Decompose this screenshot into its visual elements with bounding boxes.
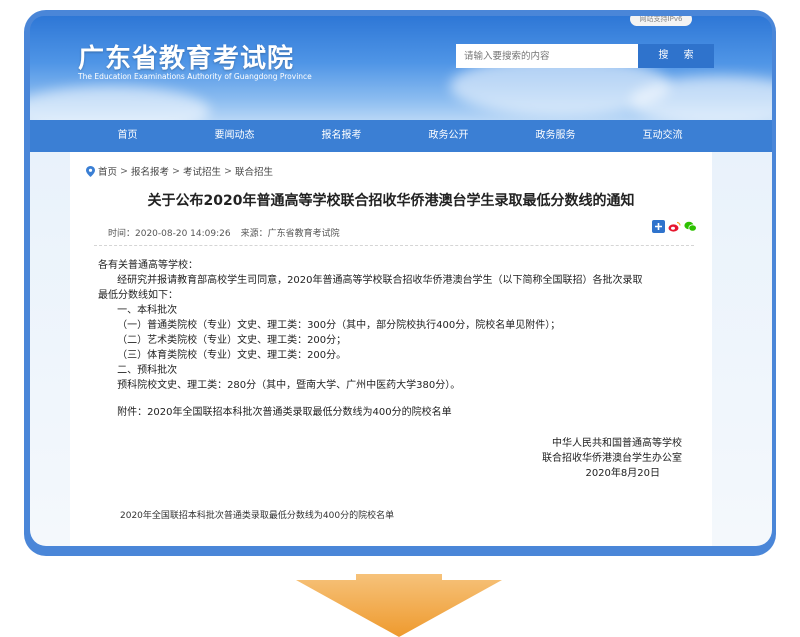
ipv6-badge: 网站支持IPv6 — [630, 16, 692, 26]
breadcrumb-separator: > — [120, 165, 128, 177]
body-paragraph: 一、本科批次 — [98, 305, 178, 316]
breadcrumb-home[interactable]: 首页 — [98, 164, 117, 178]
body-paragraph: （一）普通类院校（专业）文史、理工类：300分（其中，部分院校执行400分，院校… — [98, 320, 561, 331]
signature-line: 联合招收华侨港澳台学生办公室 — [542, 453, 682, 464]
location-pin-icon — [86, 165, 95, 177]
body-paragraph: 各有关普通高等学校： — [98, 260, 198, 271]
weibo-icon[interactable] — [668, 218, 681, 232]
nav-item-news[interactable]: 要闻动态 — [181, 120, 288, 152]
body-paragraph: （三）体育类院校（专业）文史、理工类：200分。 — [98, 350, 347, 361]
breadcrumb-joint-admission[interactable]: 联合招生 — [235, 164, 273, 178]
breadcrumb-exam-admission[interactable]: 考试招生 — [183, 164, 221, 178]
article-time: 时间：2020-08-20 14:09:26 — [108, 229, 231, 239]
signature-date: 2020年8月20日 — [585, 468, 660, 479]
body-paragraph: 最低分数线如下： — [98, 290, 178, 301]
attachment-link[interactable]: 2020年全国联招本科批次普通类录取最低分数线为400分的院校名单 — [120, 508, 394, 521]
breadcrumb-separator: > — [172, 165, 180, 177]
nav-item-interaction[interactable]: 互动交流 — [609, 120, 716, 152]
signature-line: 中华人民共和国普通高等学校 — [552, 438, 682, 449]
search-input[interactable] — [456, 44, 638, 68]
signature-block: 中华人民共和国普通高等学校 联合招收华侨港澳台学生办公室 2020年8月20日 — [70, 436, 682, 481]
nav-item-home[interactable]: 首页 — [74, 120, 181, 152]
article-title: 关于公布2020年普通高等学校联合招收华侨港澳台学生录取最低分数线的通知 — [147, 193, 635, 209]
wechat-icon[interactable] — [684, 218, 697, 232]
article-meta: 时间：2020-08-20 14:09:26 来源：广东省教育考试院 — [108, 226, 340, 239]
body-paragraph: 经研究并报请教育部高校学生司同意，2020年普通高等学校联合招收华侨港澳台学生（… — [98, 275, 643, 286]
share-bar — [652, 218, 697, 233]
site-logo-title[interactable]: 广东省教育考试院 — [78, 38, 294, 75]
article-panel: 首页 > 报名报考 > 考试招生 > 联合招生 关于公布2020年普通高等学校联… — [70, 152, 712, 546]
nav-item-gov-info[interactable]: 政务公开 — [395, 120, 502, 152]
down-arrow-icon — [296, 574, 502, 637]
nav-item-gov-service[interactable]: 政务服务 — [502, 120, 609, 152]
body-paragraph: （二）艺术类院校（专业）文史、理工类：200分； — [98, 335, 347, 346]
attachment-line: 附件：2020年全国联招本科批次普通类录取最低分数线为400分的院校名单 — [98, 407, 452, 418]
breadcrumb: 首页 > 报名报考 > 考试招生 > 联合招生 — [86, 164, 273, 178]
site-header: 网站支持IPv6 广东省教育考试院 The Education Examinat… — [30, 16, 772, 120]
site-logo-subtitle: The Education Examinations Authority of … — [78, 72, 312, 81]
browser-viewport: 网站支持IPv6 广东省教育考试院 The Education Examinat… — [30, 16, 772, 546]
cloud-decoration — [30, 86, 210, 120]
breadcrumb-registration[interactable]: 报名报考 — [131, 164, 169, 178]
body-paragraph: 二、预科批次 — [98, 365, 178, 376]
search-button[interactable]: 搜 索 — [638, 44, 714, 68]
breadcrumb-separator: > — [223, 165, 232, 177]
article-body: 各有关普通高等学校： 经研究并报请教育部高校学生司同意，2020年普通高等学校联… — [98, 258, 698, 420]
article-source: 来源：广东省教育考试院 — [240, 229, 340, 239]
body-paragraph: 预科院校文史、理工类：280分（其中，暨南大学、广州中医药大学380分）。 — [98, 380, 461, 391]
share-plus-icon[interactable] — [652, 218, 665, 233]
nav-item-registration[interactable]: 报名报考 — [288, 120, 395, 152]
meta-divider — [94, 245, 694, 246]
main-nav: 首页 要闻动态 报名报考 政务公开 政务服务 互动交流 — [30, 120, 772, 152]
